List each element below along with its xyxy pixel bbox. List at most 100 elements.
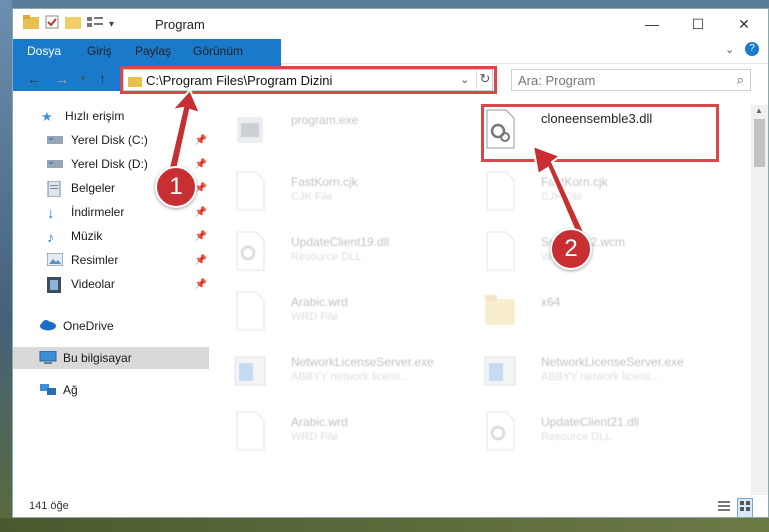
sidebar-item-label: Bu bilgisayar	[63, 351, 132, 365]
sidebar-item-label: OneDrive	[63, 319, 114, 333]
file-item[interactable]: FastKorn.cjk CJK File	[461, 167, 701, 219]
file-name: NetworkLicenseServer.exe	[541, 355, 684, 369]
window-title: Program	[155, 17, 205, 32]
step-badge-2: 2	[550, 228, 592, 270]
exe-file-icon	[233, 109, 267, 149]
search-icon[interactable]: ⌕	[737, 72, 744, 88]
pin-icon[interactable]: 📌	[195, 231, 207, 242]
drive-icon	[47, 133, 63, 147]
pin-icon[interactable]: 📌	[195, 255, 207, 266]
ribbon-tabs: Dosya Giriş Paylaş Görünüm ⌄ ?	[13, 39, 768, 91]
customize-toolbar-icon[interactable]: ▾	[109, 19, 114, 30]
search-placeholder: Ara: Program	[518, 73, 596, 88]
large-icons-view-icon[interactable]	[737, 498, 753, 517]
sidebar-item-quick-access[interactable]: ★ Hızlı erişim	[13, 105, 209, 127]
file-list: program.exe cloneensemble3.dll FastKorn.…	[211, 105, 741, 495]
details-view-icon[interactable]	[717, 499, 731, 517]
search-box[interactable]: Ara: Program ⌕	[511, 69, 751, 91]
pin-icon[interactable]: 📌	[195, 159, 207, 170]
item-count: 141 öğe	[29, 500, 69, 512]
sidebar-item-label: Videolar	[71, 277, 115, 291]
vertical-scrollbar[interactable]: ▲	[751, 105, 768, 495]
cloud-icon	[39, 319, 56, 333]
app-file-icon	[483, 351, 517, 391]
document-file-icon	[233, 291, 267, 331]
sidebar-item-network[interactable]: Ağ	[13, 379, 209, 401]
sidebar-item-disk-c[interactable]: Yerel Disk (C:) 📌	[13, 129, 209, 151]
file-item[interactable]: NetworkLicenseServer.exe ABBYY network l…	[211, 347, 451, 399]
document-file-icon	[483, 171, 517, 211]
address-bar-highlight	[120, 66, 497, 94]
scroll-up-icon[interactable]: ▲	[755, 106, 763, 115]
tab-view[interactable]: Görünüm	[193, 39, 243, 63]
pin-icon[interactable]: 📌	[195, 207, 207, 218]
documents-icon	[47, 180, 63, 198]
new-folder-icon[interactable]	[65, 15, 81, 34]
star-icon: ★	[41, 109, 53, 124]
file-type: CJK File	[291, 191, 333, 203]
step-badge-1: 1	[155, 166, 197, 208]
close-button[interactable]: ✕	[721, 9, 767, 39]
sidebar-item-this-pc[interactable]: Bu bilgisayar	[13, 347, 209, 369]
view-options-icon[interactable]	[87, 15, 103, 34]
file-type: WRD File	[291, 431, 339, 443]
file-item[interactable]: Arabic.wrd WRD File	[211, 407, 451, 459]
sidebar-item-label: İndirmeler	[71, 205, 125, 219]
download-icon: ↓	[47, 205, 55, 222]
file-item[interactable]: UpdateClient19.dll Resource DLL	[211, 227, 451, 279]
file-item[interactable]: FastKorn.cjk CJK File	[211, 167, 451, 219]
folder-item[interactable]: x64	[461, 287, 701, 339]
file-item[interactable]: NetworkLicenseServer.exe ABBYY network l…	[461, 347, 701, 399]
sidebar-item-label: Müzik	[71, 229, 103, 243]
tab-home[interactable]: Giriş	[87, 39, 112, 63]
file-item[interactable]: program.exe	[211, 105, 451, 157]
scrollbar-thumb[interactable]	[754, 119, 765, 167]
sidebar-item-pictures[interactable]: Resimler 📌	[13, 249, 209, 271]
sidebar-item-onedrive[interactable]: OneDrive	[13, 315, 209, 337]
file-type: WRD File	[291, 311, 339, 323]
properties-icon[interactable]	[45, 15, 59, 34]
status-bar: 141 öğe	[13, 495, 768, 517]
document-file-icon	[233, 171, 267, 211]
pictures-icon	[46, 252, 64, 267]
maximize-button[interactable]: ☐	[675, 9, 721, 39]
videos-icon	[47, 277, 63, 293]
desktop-background	[0, 0, 12, 532]
sidebar-item-label: Yerel Disk (C:)	[71, 133, 148, 147]
forward-icon[interactable]: →	[55, 71, 69, 87]
navigation-pane: ★ Hızlı erişim Yerel Disk (C:) 📌 Yerel D…	[13, 105, 211, 487]
file-name: Arabic.wrd	[291, 415, 348, 429]
file-name: NetworkLicenseServer.exe	[291, 355, 434, 369]
file-name: Arabic.wrd	[291, 295, 348, 309]
sidebar-item-videos[interactable]: Videolar 📌	[13, 273, 209, 295]
file-type: ABBYY network licens...	[291, 371, 410, 383]
file-name: UpdateClient19.dll	[291, 235, 390, 249]
tab-share[interactable]: Paylaş	[135, 39, 171, 63]
file-type: CJK File	[541, 191, 583, 203]
file-type: Resource DLL	[541, 431, 612, 443]
pin-icon[interactable]: 📌	[195, 135, 207, 146]
network-icon	[39, 383, 56, 397]
up-icon[interactable]: ↑	[99, 70, 106, 86]
app-file-icon	[233, 351, 267, 391]
expand-ribbon-icon[interactable]: ⌄	[725, 43, 734, 56]
recent-locations-icon[interactable]: ▾	[81, 73, 86, 84]
file-type: Resource DLL	[291, 251, 362, 263]
back-icon[interactable]: ←	[27, 71, 41, 87]
help-icon[interactable]: ?	[745, 42, 759, 56]
folder-icon	[483, 291, 517, 331]
document-file-icon	[483, 231, 517, 271]
pin-icon[interactable]: 📌	[195, 279, 207, 290]
minimize-button[interactable]: —	[629, 9, 675, 39]
file-item[interactable]: UpdateClient21.dll Resource DLL	[461, 407, 701, 459]
sidebar-item-label: Ağ	[63, 383, 78, 397]
file-type: ABBYY network licens...	[541, 371, 660, 383]
music-icon: ♪	[47, 229, 54, 245]
sidebar-item-label: Belgeler	[71, 181, 116, 195]
file-name: x64	[541, 295, 561, 309]
file-item[interactable]: Arabic.wrd WRD File	[211, 287, 451, 339]
file-name: FastKorn.cjk	[291, 175, 358, 189]
dll-file-icon	[483, 411, 517, 451]
desktop-background-bottom	[0, 518, 769, 532]
sidebar-item-music[interactable]: ♪ Müzik 📌	[13, 225, 209, 247]
